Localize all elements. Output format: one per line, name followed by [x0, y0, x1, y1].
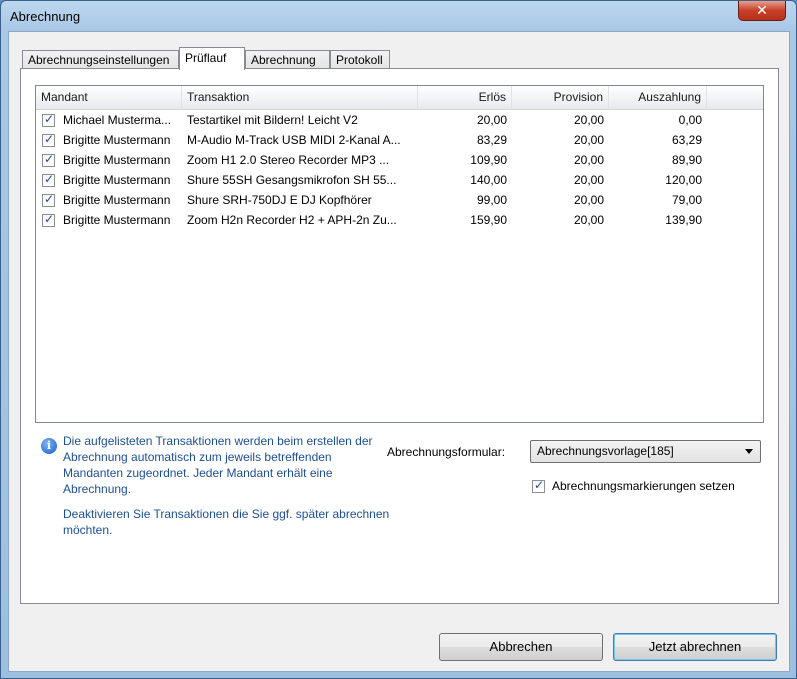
table-row[interactable]: Michael Musterma... Testartikel mit Bild… [36, 110, 763, 130]
markings-checkbox-label[interactable]: Abrechnungsmarkierungen setzen [552, 479, 735, 493]
column-header-filler [707, 86, 763, 109]
chevron-down-icon[interactable] [745, 449, 753, 454]
list-header: Mandant Transaktion Erlös Provision Ausz… [36, 86, 763, 110]
cell-erloes: 99,00 [476, 193, 507, 207]
form-label: Abrechnungsformular: [387, 445, 506, 459]
cell-auszahlung: 0,00 [678, 113, 702, 127]
table-row[interactable]: Brigitte Mustermann Shure SRH-750DJ E DJ… [36, 190, 763, 210]
row-checkbox[interactable] [42, 132, 55, 147]
cell-provision: 20,00 [573, 153, 604, 167]
column-header-erloes[interactable]: Erlös [418, 86, 512, 109]
row-checkbox[interactable] [42, 112, 55, 127]
info-icon: i [41, 438, 57, 454]
column-header-transaktion[interactable]: Transaktion [182, 86, 418, 109]
cell-transaktion: M-Audio M-Track USB MIDI 2-Kanal A... [187, 133, 401, 147]
transactions-list[interactable]: Mandant Transaktion Erlös Provision Ausz… [35, 85, 764, 423]
cell-transaktion: Shure 55SH Gesangsmikrofon SH 55... [187, 173, 397, 187]
cell-auszahlung: 89,90 [671, 153, 702, 167]
cell-transaktion: Zoom H1 2.0 Stereo Recorder MP3 ... [187, 153, 390, 167]
form-template-value: Abrechnungsvorlage[185] [537, 444, 674, 458]
cell-erloes: 140,00 [470, 173, 507, 187]
cell-mandant: Brigitte Mustermann [63, 213, 171, 227]
info-paragraph-1: Die aufgelisteten Transaktionen werden b… [63, 434, 373, 496]
tab-prueflauf[interactable]: Prüflauf [179, 47, 245, 70]
cell-transaktion: Zoom H2n Recorder H2 + APH-2n Zu... [187, 213, 397, 227]
tab-abrechnungseinstellungen[interactable]: Abrechnungseinstellungen [22, 50, 179, 69]
cell-transaktion: Shure SRH-750DJ E DJ Kopfhörer [187, 193, 372, 207]
dialog-client-area: Abrechnungseinstellungen Prüflauf Abrech… [8, 31, 790, 672]
cell-erloes: 83,29 [476, 133, 507, 147]
column-header-provision[interactable]: Provision [512, 86, 609, 109]
cell-mandant: Michael Musterma... [63, 113, 172, 127]
row-checkbox[interactable] [42, 212, 55, 227]
cell-auszahlung: 139,90 [665, 213, 702, 227]
info-paragraph-2: Deaktivieren Sie Transaktionen die Sie g… [63, 507, 390, 537]
table-row[interactable]: Brigitte Mustermann M-Audio M-Track USB … [36, 130, 763, 150]
cell-mandant: Brigitte Mustermann [63, 133, 171, 147]
row-checkbox[interactable] [42, 172, 55, 187]
cancel-button[interactable]: Abbrechen [439, 633, 603, 661]
row-checkbox[interactable] [42, 152, 55, 167]
window-title: Abrechnung [10, 9, 81, 24]
cell-mandant: Brigitte Mustermann [63, 153, 171, 167]
cell-provision: 20,00 [573, 213, 604, 227]
cell-mandant: Brigitte Mustermann [63, 173, 171, 187]
info-text: Die aufgelisteten Transaktionen werden b… [63, 433, 393, 547]
cell-mandant: Brigitte Mustermann [63, 193, 171, 207]
cell-erloes: 159,90 [470, 213, 507, 227]
cell-erloes: 20,00 [476, 113, 507, 127]
column-header-auszahlung[interactable]: Auszahlung [609, 86, 707, 109]
submit-button[interactable]: Jetzt abrechnen [613, 633, 777, 661]
close-button[interactable]: ✕ [738, 1, 786, 21]
cell-auszahlung: 79,00 [671, 193, 702, 207]
cell-provision: 20,00 [573, 113, 604, 127]
form-template-select[interactable]: Abrechnungsvorlage[185] [530, 440, 761, 463]
cell-transaktion: Testartikel mit Bildern! Leicht V2 [187, 113, 358, 127]
tab-protokoll[interactable]: Protokoll [330, 50, 390, 69]
title-bar[interactable]: Abrechnung ✕ [1, 1, 796, 31]
cell-provision: 20,00 [573, 193, 604, 207]
column-header-mandant[interactable]: Mandant [36, 86, 182, 109]
cell-auszahlung: 120,00 [665, 173, 702, 187]
dialog-window: Abrechnung ✕ Abrechnungseinstellungen Pr… [0, 0, 797, 679]
row-checkbox[interactable] [42, 192, 55, 207]
markings-checkbox[interactable] [532, 478, 545, 493]
cell-provision: 20,00 [573, 133, 604, 147]
cell-erloes: 109,90 [470, 153, 507, 167]
table-row[interactable]: Brigitte Mustermann Zoom H2n Recorder H2… [36, 210, 763, 230]
tab-panel-prueflauf: Mandant Transaktion Erlös Provision Ausz… [20, 68, 779, 604]
cell-provision: 20,00 [573, 173, 604, 187]
cell-auszahlung: 63,29 [671, 133, 702, 147]
table-row[interactable]: Brigitte Mustermann Shure 55SH Gesangsmi… [36, 170, 763, 190]
tab-abrechnung[interactable]: Abrechnung [245, 50, 330, 69]
table-row[interactable]: Brigitte Mustermann Zoom H1 2.0 Stereo R… [36, 150, 763, 170]
